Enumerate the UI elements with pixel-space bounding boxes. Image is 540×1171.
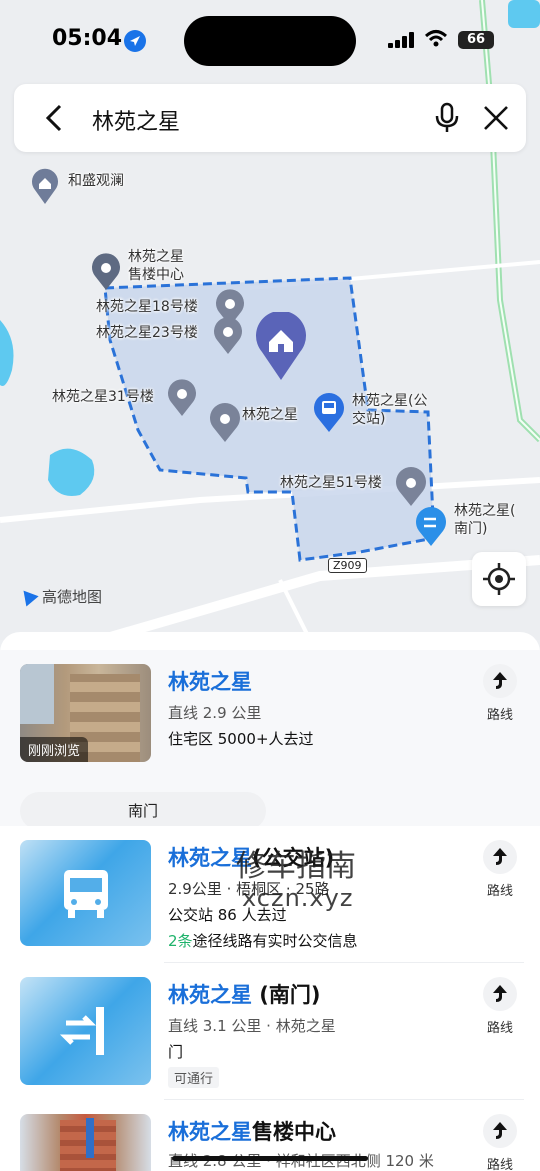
poi-label-18[interactable]: 林苑之星18号楼 — [96, 298, 198, 316]
poi-pin-icon[interactable] — [166, 378, 198, 418]
poi-label-sales-center[interactable]: 林苑之星 售楼中心 — [128, 248, 184, 284]
poi-label-23[interactable]: 林苑之星23号楼 — [96, 324, 198, 342]
microphone-icon[interactable] — [434, 102, 460, 134]
search-bar[interactable]: 林苑之星 — [14, 84, 526, 152]
result-title[interactable]: 林苑之星 — [168, 666, 252, 696]
dynamic-island — [184, 16, 356, 66]
watermark-url: xczn.xyz — [242, 884, 354, 912]
poi-pin-icon[interactable] — [90, 252, 122, 292]
result-thumbnail — [20, 1114, 151, 1171]
gate-icon — [59, 1007, 104, 1055]
poi-label-31[interactable]: 林苑之星31号楼 — [52, 388, 154, 406]
status-time: 05:04 — [52, 26, 123, 51]
poi-label-bus-stop[interactable]: 林苑之星(公 交站) — [352, 392, 427, 428]
poi-pin-icon[interactable] — [394, 466, 428, 508]
poi-pin-icon[interactable] — [208, 402, 242, 444]
route-button[interactable]: 路线 — [482, 1114, 518, 1171]
poi-label-south-gate[interactable]: 林苑之星( 南门) — [454, 502, 515, 538]
location-arrow-icon — [124, 30, 146, 52]
result-title[interactable]: 林苑之星 (南门) — [168, 979, 321, 1009]
result-thumbnail: 刚刚浏览 — [20, 664, 151, 762]
road-label: Z909 — [328, 558, 367, 573]
sub-poi-chip-south-gate[interactable]: 南门 — [20, 792, 266, 830]
gate-pin-icon[interactable] — [414, 506, 448, 548]
route-arrow-icon — [493, 672, 507, 689]
amap-logo-icon — [17, 585, 39, 607]
result-title[interactable]: 林苑之星售楼中心 — [168, 1116, 336, 1146]
thumb-caption: 刚刚浏览 — [20, 737, 89, 762]
search-query[interactable]: 林苑之星 — [92, 104, 180, 136]
poi-label-main[interactable]: 林苑之星 — [242, 406, 298, 424]
amap-logo: 高德地图 — [17, 585, 102, 607]
result-distance: 直线 2.9 公里 — [168, 704, 262, 722]
route-arrow-icon — [493, 1122, 507, 1139]
wifi-icon — [424, 30, 448, 47]
crosshair-icon — [483, 563, 515, 595]
watermark-text: 修车指南 — [236, 849, 356, 884]
result-card[interactable]: 林苑之星 (南门) 直线 3.1 公里 · 林苑之星 门 可通行 路线 — [0, 963, 540, 1099]
home-indicator[interactable] — [172, 1156, 368, 1161]
result-thumbnail — [20, 840, 151, 946]
bus-stop-pin-icon[interactable] — [312, 392, 346, 434]
route-button[interactable]: 路线 — [482, 977, 518, 1036]
close-icon[interactable] — [482, 104, 510, 132]
result-info: 门 — [168, 1043, 184, 1061]
result-thumbnail — [20, 977, 151, 1085]
poi-label-hesheng[interactable]: 和盛观澜 — [68, 172, 124, 190]
result-info: 住宅区 5000+人去过 — [168, 730, 314, 748]
status-badge: 可通行 — [168, 1067, 220, 1088]
result-card[interactable]: 刚刚浏览 林苑之星 直线 2.9 公里 住宅区 5000+人去过 路线 南门 — [0, 650, 540, 830]
route-arrow-icon — [493, 848, 507, 865]
back-arrow-icon[interactable] — [42, 102, 66, 134]
signal-icon — [388, 32, 414, 48]
poi-pin-icon[interactable] — [212, 316, 244, 356]
residence-pin-icon[interactable] — [30, 166, 60, 206]
selected-residence-pin-icon[interactable] — [254, 312, 308, 382]
status-bar: 05:04 66 — [0, 0, 540, 80]
route-button[interactable]: 路线 — [482, 840, 518, 899]
locate-me-button[interactable] — [472, 552, 526, 606]
realtime-bus-info: 2条途径线路有实时公交信息 — [168, 932, 358, 950]
route-arrow-icon — [493, 985, 507, 1002]
result-distance: 直线 3.1 公里 · 林苑之星 — [168, 1017, 336, 1035]
route-button[interactable]: 路线 — [482, 664, 518, 723]
poi-label-51[interactable]: 林苑之星51号楼 — [280, 474, 382, 492]
bus-icon — [64, 870, 108, 918]
battery-indicator: 66 — [458, 31, 494, 49]
